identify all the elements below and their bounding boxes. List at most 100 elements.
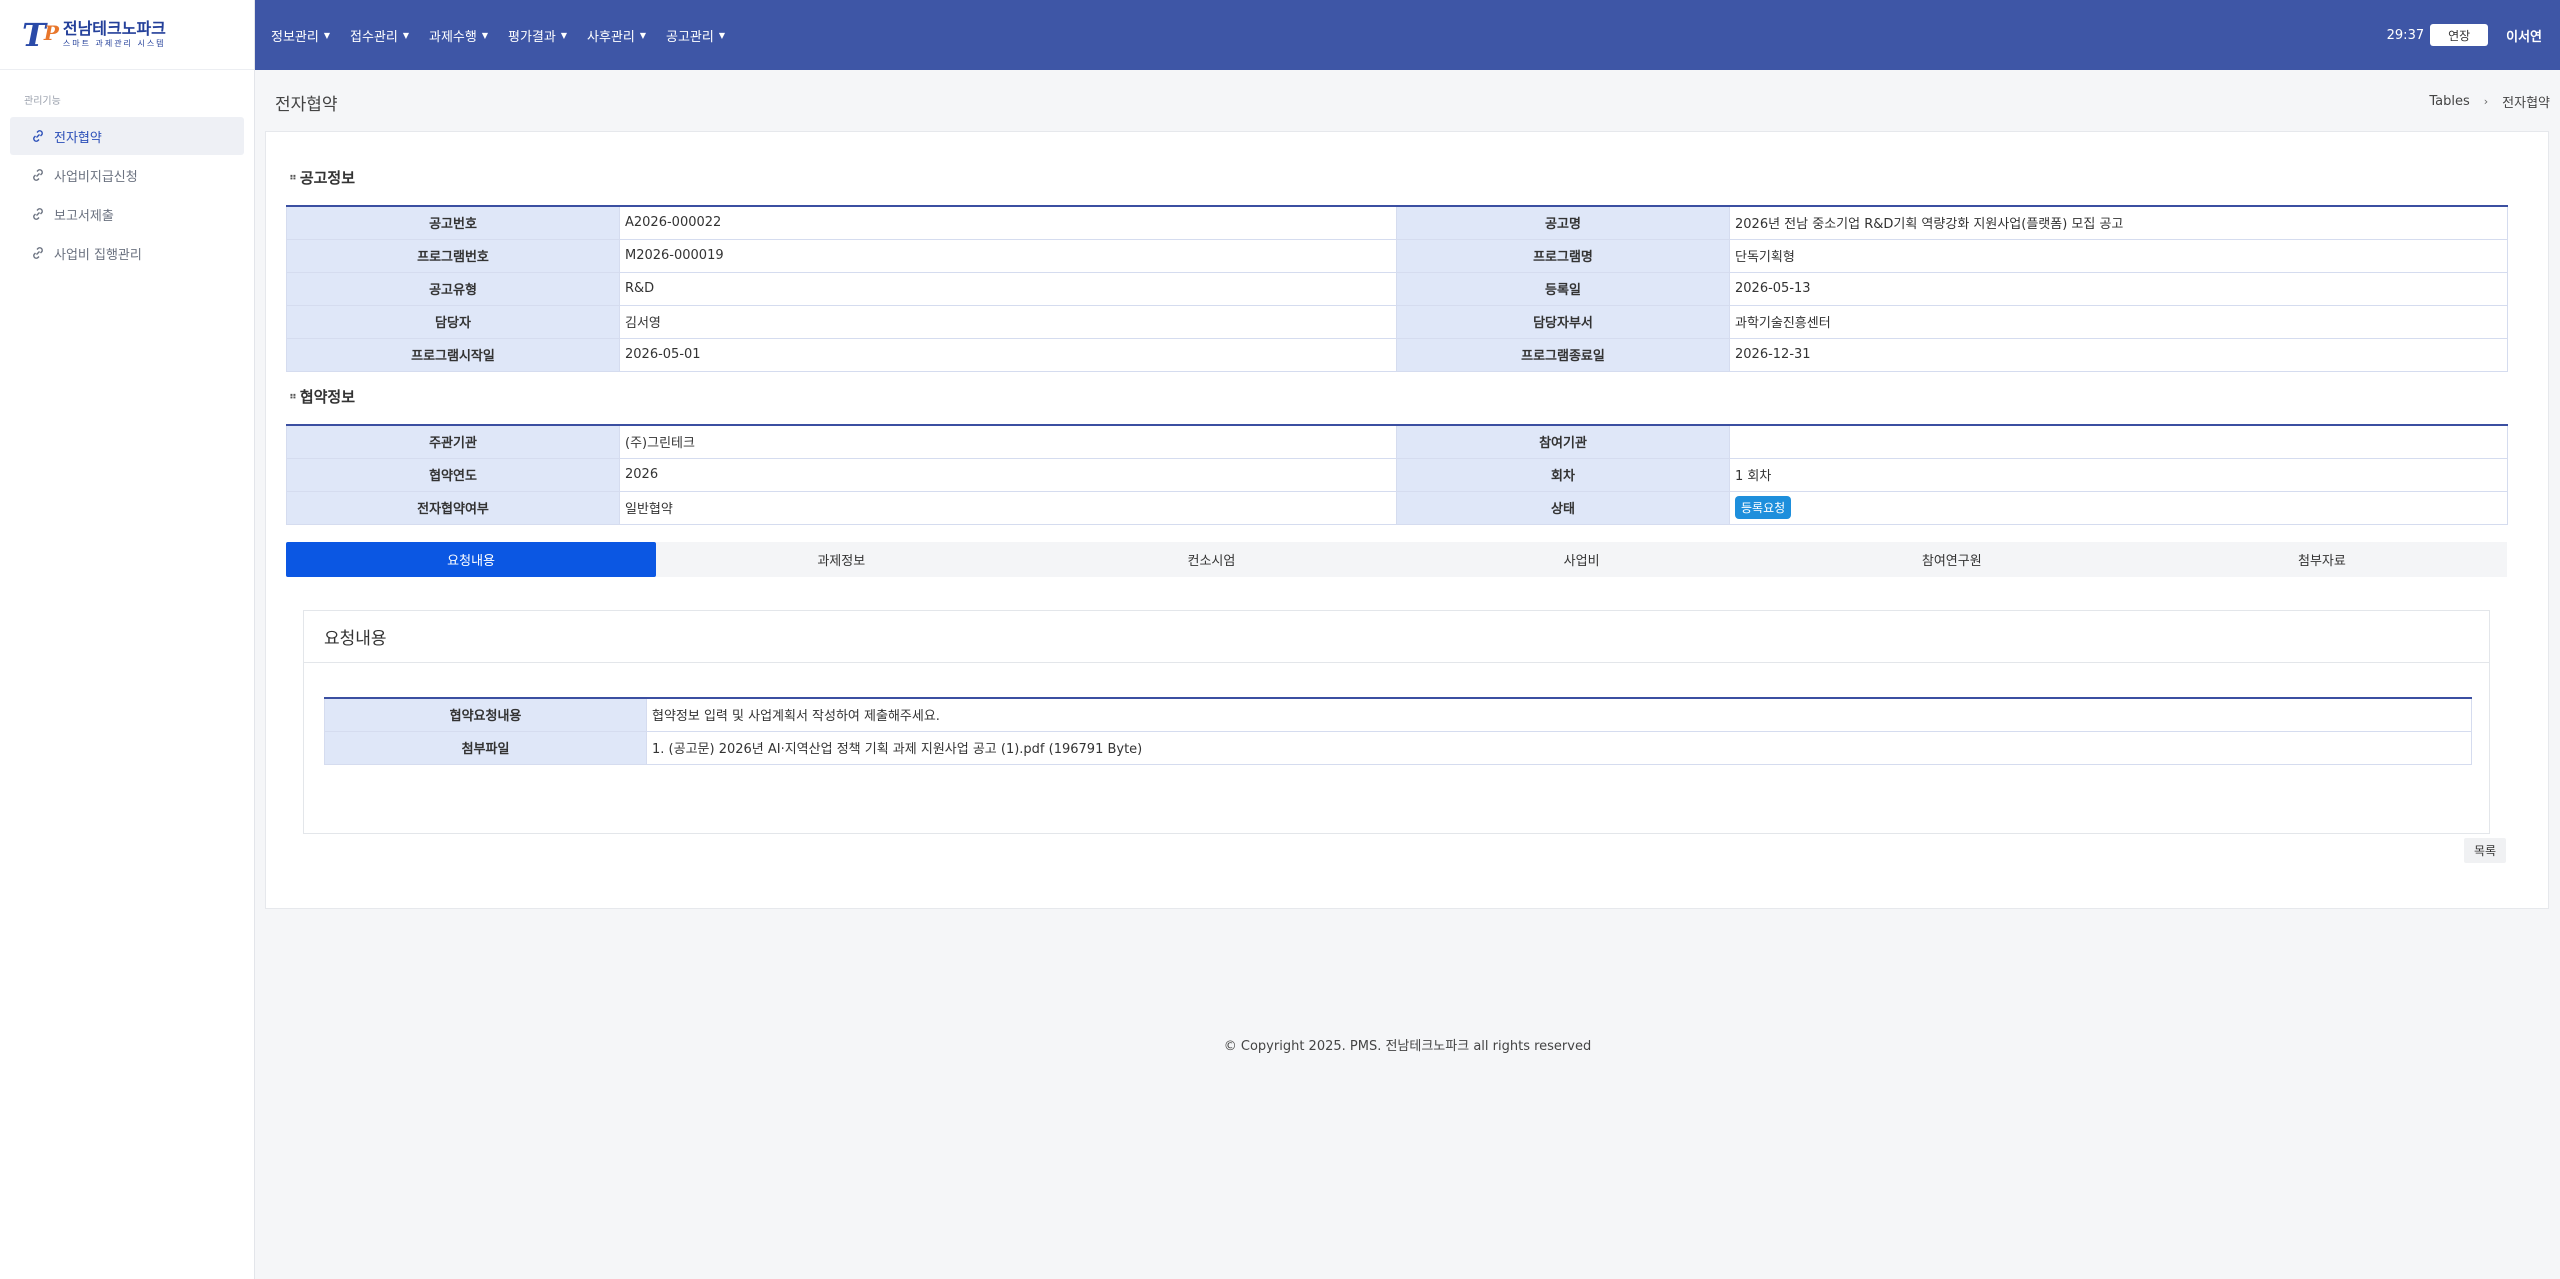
request-panel: 요청내용 협약요청내용 협약정보 입력 및 사업계획서 작성하여 제출해주세요. 첨…: [303, 610, 2490, 834]
table-row: 첨부파일 1. (공고문) 2026년 AI·지역산업 정책 기획 과제 지원사업…: [324, 730, 2472, 765]
agreement-info-table: 주관기관 (주)그린테크 참여기관 협약연도 2026 회차 1 회차 전자협약여부 일반협약 상…: [286, 424, 2508, 525]
field-label: 공고번호: [286, 205, 620, 240]
table-row: 공고유형 R&D 등록일 2026-05-13: [286, 271, 2508, 306]
field-label: 협약요청내용: [324, 697, 647, 732]
field-label: 프로그램번호: [286, 238, 620, 273]
field-label: 전자협약여부: [286, 490, 620, 525]
menu-reception-management[interactable]: 접수관리 ▼: [350, 26, 409, 45]
menu-label: 평가결과: [508, 29, 556, 45]
sidebar-item-payment-request[interactable]: 사업비지급신청: [10, 156, 244, 194]
field-value: 1 회차: [1729, 457, 2508, 492]
field-value: 등록요청: [1729, 490, 2508, 525]
sidebar-section-label: 관리기능: [24, 96, 61, 107]
sidebar-item-label: 보고서제출: [54, 208, 114, 224]
field-label: 참여기관: [1396, 424, 1730, 459]
field-value: 협약정보 입력 및 사업계획서 작성하여 제출해주세요.: [646, 697, 2472, 732]
chevron-down-icon: ▼: [718, 30, 725, 40]
attachment-link[interactable]: 1. (공고문) 2026년 AI·지역산업 정책 기획 과제 지원사업 공고 …: [646, 730, 2472, 765]
detail-tabs: 요청내용 과제정보 컨소시엄 사업비 참여연구원 첨부자료: [286, 542, 2507, 577]
user-name[interactable]: 이서연: [2506, 26, 2542, 45]
extend-session-button[interactable]: 연장: [2430, 24, 2489, 46]
footer-copyright: © Copyright 2025. PMS. 전남테크노파크 all right…: [1223, 1039, 1592, 1054]
menu-label: 접수관리: [350, 29, 398, 45]
field-value: R&D: [619, 271, 1397, 306]
menu-notice-management[interactable]: 공고관리 ▼: [666, 26, 725, 45]
logo-subtitle: 스마트 과제관리 시스템: [62, 38, 166, 48]
tab-1[interactable]: 과제정보: [656, 542, 1026, 577]
sidebar-item-label: 사업비 집행관리: [54, 247, 142, 263]
breadcrumb: Tables › 전자협약: [2429, 92, 2550, 111]
list-button[interactable]: 목록: [2464, 838, 2506, 863]
field-value: A2026-000022: [619, 205, 1397, 240]
menu-info-management[interactable]: 정보관리 ▼: [271, 26, 330, 45]
sidebar-item-report-submit[interactable]: 보고서제출: [10, 195, 244, 233]
link-icon: [33, 130, 43, 142]
menu-label: 정보관리: [271, 29, 319, 45]
request-table: 협약요청내용 협약정보 입력 및 사업계획서 작성하여 제출해주세요. 첨부파일 1.…: [324, 697, 2472, 765]
field-label: 협약연도: [286, 457, 620, 492]
menu-label: 사후관리: [587, 29, 635, 45]
menu-evaluation-results[interactable]: 평가결과 ▼: [508, 26, 567, 45]
field-value: M2026-000019: [619, 238, 1397, 273]
field-label: 담당자: [286, 304, 620, 339]
sidebar-item-e-agreement[interactable]: 전자협약: [10, 117, 244, 155]
link-icon: [33, 208, 43, 220]
chevron-down-icon: ▼: [323, 30, 330, 40]
tab-5[interactable]: 첨부자료: [2137, 542, 2507, 577]
link-icon: [33, 247, 43, 259]
field-value: 단독기획형: [1729, 238, 2508, 273]
menu-label: 과제수행: [429, 29, 477, 45]
chevron-down-icon: ▼: [402, 30, 409, 40]
field-value: 일반협약: [619, 490, 1397, 525]
field-label: 프로그램명: [1396, 238, 1730, 273]
session-timer: 29:37: [2386, 27, 2425, 43]
menu-follow-up-management[interactable]: 사후관리 ▼: [587, 26, 646, 45]
logo[interactable]: TP 전남테크노파크 스마트 과제관리 시스템: [0, 0, 254, 70]
notice-info-table: 공고번호 A2026-000022 공고명 2026년 전남 중소기업 R&D기획 역…: [286, 205, 2508, 372]
tab-0[interactable]: 요청내용: [286, 542, 657, 577]
table-row: 주관기관 (주)그린테크 참여기관: [286, 424, 2508, 459]
field-value: 2026: [619, 457, 1397, 492]
breadcrumb-item[interactable]: Tables: [2429, 94, 2469, 109]
logo-mark: TP: [22, 15, 59, 54]
agreement-section-title: ⠶ 협약정보: [289, 386, 355, 407]
field-value: [1729, 424, 2508, 459]
table-row: 협약요청내용 협약정보 입력 및 사업계획서 작성하여 제출해주세요.: [324, 697, 2472, 732]
section-title-text: 공고정보: [299, 169, 356, 187]
bullet-icon: ⠶: [289, 172, 297, 183]
table-row: 전자협약여부 일반협약 상태 등록요청: [286, 490, 2508, 525]
top-nav-bar: 정보관리 ▼ 접수관리 ▼ 과제수행 ▼ 평가결과 ▼ 사후관리 ▼ 공고관리 ▼ 29:3…: [255, 0, 2560, 70]
content-card: ⠶ 공고정보 공고번호 A2026-000022 공고명 2026년 전남 중소기업 …: [265, 131, 2549, 909]
page-title: 전자협약: [275, 95, 338, 115]
field-label: 프로그램종료일: [1396, 337, 1730, 372]
sidebar-item-expense-management[interactable]: 사업비 집행관리: [10, 234, 244, 272]
table-row: 담당자 김서영 담당자부서 과학기술진흥센터: [286, 304, 2508, 339]
field-value: 2026-12-31: [1729, 337, 2508, 372]
bullet-icon: ⠶: [289, 391, 297, 402]
section-title-text: 협약정보: [299, 388, 356, 406]
field-value: 2026년 전남 중소기업 R&D기획 역량강화 지원사업(플랫폼) 모집 공고: [1729, 205, 2508, 240]
field-label: 담당자부서: [1396, 304, 1730, 339]
sidebar: TP 전남테크노파크 스마트 과제관리 시스템 관리기능 전자협약 사업비지급신…: [0, 0, 255, 1279]
logo-title: 전남테크노파크: [62, 19, 166, 39]
tab-2[interactable]: 컨소시엄: [1026, 542, 1396, 577]
menu-label: 공고관리: [666, 29, 714, 45]
menu-project-execution[interactable]: 과제수행 ▼: [429, 26, 488, 45]
field-value: (주)그린테크: [619, 424, 1397, 459]
field-label: 공고명: [1396, 205, 1730, 240]
table-row: 프로그램시작일 2026-05-01 프로그램종료일 2026-12-31: [286, 337, 2508, 372]
notice-section-title: ⠶ 공고정보: [289, 167, 355, 188]
link-icon: [33, 169, 43, 181]
field-value: 2026-05-13: [1729, 271, 2508, 306]
field-label: 회차: [1396, 457, 1730, 492]
chevron-down-icon: ▼: [481, 30, 488, 40]
sidebar-item-label: 사업비지급신청: [54, 169, 138, 185]
field-label: 등록일: [1396, 271, 1730, 306]
table-row: 협약연도 2026 회차 1 회차: [286, 457, 2508, 492]
chevron-down-icon: ▼: [639, 30, 646, 40]
request-panel-title: 요청내용: [304, 611, 2489, 663]
table-row: 공고번호 A2026-000022 공고명 2026년 전남 중소기업 R&D기획 역…: [286, 205, 2508, 240]
tab-3[interactable]: 사업비: [1397, 542, 1767, 577]
breadcrumb-current: 전자협약: [2502, 96, 2550, 111]
tab-4[interactable]: 참여연구원: [1767, 542, 2137, 577]
